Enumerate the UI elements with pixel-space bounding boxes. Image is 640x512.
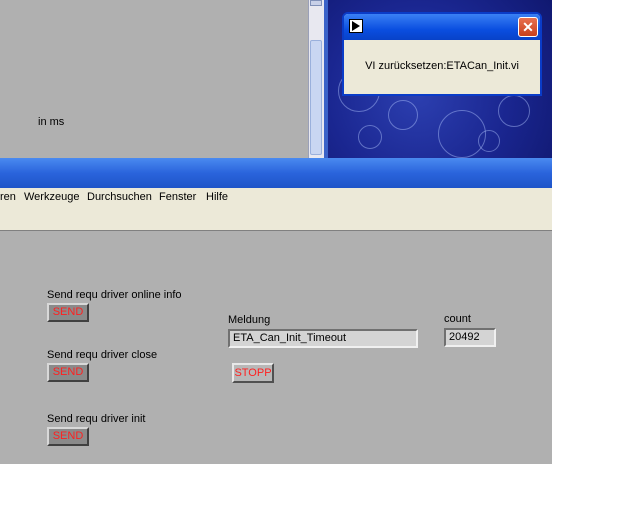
close-label: Send requ driver close — [47, 349, 158, 361]
send-online-info-button[interactable]: SEND — [47, 303, 89, 322]
stop-button[interactable]: STOPP — [232, 363, 274, 383]
send-init-button[interactable]: SEND — [47, 427, 89, 446]
menu-item-partial[interactable]: ren — [0, 191, 16, 203]
scroll-up-arrow-icon[interactable] — [310, 0, 322, 6]
unit-label: in ms — [38, 116, 65, 128]
meldung-indicator: ETA_Can_Init_Timeout — [228, 329, 418, 348]
menu-bar: ren Werkzeuge Durchsuchen Fenster Hilfe — [0, 188, 552, 207]
meldung-label: Meldung — [228, 314, 271, 326]
dialog-message: VI zurücksetzen:ETACan_Init.vi — [365, 60, 519, 72]
scrollbar-thumb[interactable] — [310, 40, 322, 155]
menu-item-werkzeuge[interactable]: Werkzeuge — [24, 191, 79, 203]
menu-item-fenster[interactable]: Fenster — [159, 191, 196, 203]
dialog-titlebar[interactable]: ✕ — [344, 14, 540, 40]
labview-run-icon — [349, 19, 363, 33]
send-close-button[interactable]: SEND — [47, 363, 89, 382]
close-icon[interactable]: ✕ — [518, 17, 538, 37]
count-label: count — [444, 313, 471, 325]
online-info-label: Send requ driver online info — [47, 289, 182, 301]
reset-vi-dialog: ✕ VI zurücksetzen:ETACan_Init.vi — [342, 12, 542, 96]
count-indicator: 20492 — [444, 328, 496, 347]
toolbar — [0, 206, 552, 231]
init-label: Send requ driver init — [47, 413, 146, 425]
menu-item-hilfe[interactable]: Hilfe — [206, 191, 228, 203]
main-window-titlebar[interactable] — [0, 158, 552, 188]
background-vi-window — [0, 0, 308, 158]
menu-item-durchsuchen[interactable]: Durchsuchen — [87, 191, 152, 203]
